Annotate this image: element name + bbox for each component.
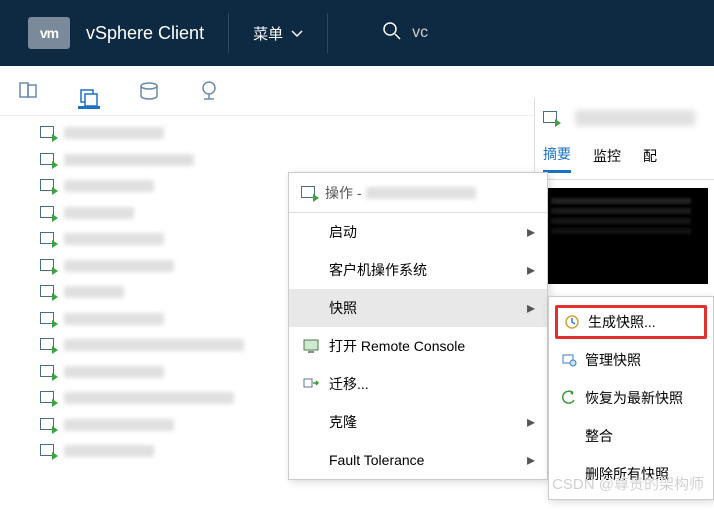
submenu-manage-snapshot[interactable]: 管理快照 <box>549 341 713 379</box>
menu-label: 迁移... <box>329 374 369 394</box>
vm-icon <box>40 232 56 246</box>
vm-name <box>64 154 194 166</box>
tab-configure[interactable]: 配 <box>643 146 657 172</box>
menu-label: 菜单 <box>253 23 283 44</box>
vm-icon <box>40 338 56 352</box>
vm-name <box>64 180 154 192</box>
vm-icon <box>543 111 559 125</box>
vm-icon <box>40 179 56 193</box>
vm-name <box>64 445 154 457</box>
app-header: vm vSphere Client 菜单 vc <box>0 0 714 66</box>
vm-icon <box>40 418 56 432</box>
submenu-consolidate[interactable]: 整合 <box>549 417 713 455</box>
context-menu-title-text: 操作 - <box>325 183 362 203</box>
vm-name <box>64 260 174 272</box>
submenu-arrow-icon: ▸ <box>527 298 535 318</box>
vms-templates-icon[interactable] <box>78 87 100 109</box>
submenu-revert-snapshot[interactable]: 恢复为最新快照 <box>549 379 713 417</box>
menu-label: 打开 Remote Console <box>329 336 465 356</box>
networking-icon[interactable] <box>198 80 220 102</box>
migrate-icon <box>301 377 321 391</box>
submenu-arrow-icon: ▸ <box>527 222 535 242</box>
product-title: vSphere Client <box>86 23 204 44</box>
context-menu-title: 操作 - <box>289 173 547 213</box>
vm-name <box>64 313 164 325</box>
menu-label: 快照 <box>329 298 357 318</box>
vmware-logo: vm <box>28 17 70 49</box>
vm-name <box>64 127 164 139</box>
vm-icon <box>301 186 317 200</box>
divider <box>228 13 229 53</box>
tab-summary[interactable]: 摘要 <box>543 144 571 173</box>
tab-monitor[interactable]: 监控 <box>593 146 621 172</box>
search-value: vc <box>412 24 428 42</box>
console-icon <box>301 339 321 353</box>
vm-icon <box>40 285 56 299</box>
divider <box>327 13 328 53</box>
menu-clone[interactable]: 克隆 ▸ <box>289 403 547 441</box>
context-menu-vm-name <box>366 187 476 199</box>
search-bar[interactable]: vc <box>382 21 428 46</box>
submenu-label: 恢复为最新快照 <box>585 388 683 408</box>
detail-tabs: 摘要 监控 配 <box>535 138 714 180</box>
vm-icon <box>40 391 56 405</box>
menu-label: Fault Tolerance <box>329 452 424 468</box>
detail-header <box>535 98 714 138</box>
menu-fault-tolerance[interactable]: Fault Tolerance ▸ <box>289 441 547 479</box>
menu-open-console[interactable]: 打开 Remote Console <box>289 327 547 365</box>
vm-name <box>64 419 174 431</box>
take-snapshot-icon <box>562 314 582 330</box>
vm-icon <box>40 444 56 458</box>
revert-snapshot-icon <box>559 390 579 406</box>
vm-name <box>64 286 124 298</box>
hosts-clusters-icon[interactable] <box>18 80 40 102</box>
submenu-arrow-icon: ▸ <box>527 260 535 280</box>
submenu-label: 生成快照... <box>588 312 656 332</box>
submenu-delete-all[interactable]: 删除所有快照 <box>549 455 713 493</box>
snapshot-submenu: 生成快照... 管理快照 恢复为最新快照 整合 删除所有快照 <box>548 296 714 500</box>
vm-title <box>575 110 695 126</box>
menu-label: 克隆 <box>329 412 357 432</box>
vm-name <box>64 233 164 245</box>
vm-name <box>64 392 234 404</box>
search-icon <box>382 21 402 46</box>
submenu-take-snapshot[interactable]: 生成快照... <box>555 305 707 339</box>
vm-icon <box>40 153 56 167</box>
submenu-label: 整合 <box>585 426 613 446</box>
vm-icon <box>40 206 56 220</box>
submenu-label: 管理快照 <box>585 350 641 370</box>
vm-name <box>64 366 164 378</box>
console-thumbnail[interactable] <box>543 188 708 284</box>
context-menu: 操作 - 启动 ▸ 客户机操作系统 ▸ 快照 ▸ 打开 Remote Conso… <box>288 172 548 480</box>
manage-snapshot-icon <box>559 352 579 368</box>
submenu-arrow-icon: ▸ <box>527 412 535 432</box>
vm-name <box>64 207 134 219</box>
submenu-label: 删除所有快照 <box>585 464 669 484</box>
vm-icon <box>40 312 56 326</box>
vm-icon <box>40 365 56 379</box>
menu-snapshot[interactable]: 快照 ▸ <box>289 289 547 327</box>
menu-guest-os[interactable]: 客户机操作系统 ▸ <box>289 251 547 289</box>
menu-dropdown[interactable]: 菜单 <box>253 23 303 44</box>
menu-label: 启动 <box>329 222 357 242</box>
storage-icon[interactable] <box>138 80 160 102</box>
menu-power[interactable]: 启动 ▸ <box>289 213 547 251</box>
detail-panel: 摘要 监控 配 <box>534 98 714 292</box>
menu-label: 客户机操作系统 <box>329 260 427 280</box>
vm-icon <box>40 126 56 140</box>
submenu-arrow-icon: ▸ <box>527 450 535 470</box>
vm-icon <box>40 259 56 273</box>
menu-migrate[interactable]: 迁移... <box>289 365 547 403</box>
vm-name <box>64 339 244 351</box>
chevron-down-icon <box>291 25 303 42</box>
